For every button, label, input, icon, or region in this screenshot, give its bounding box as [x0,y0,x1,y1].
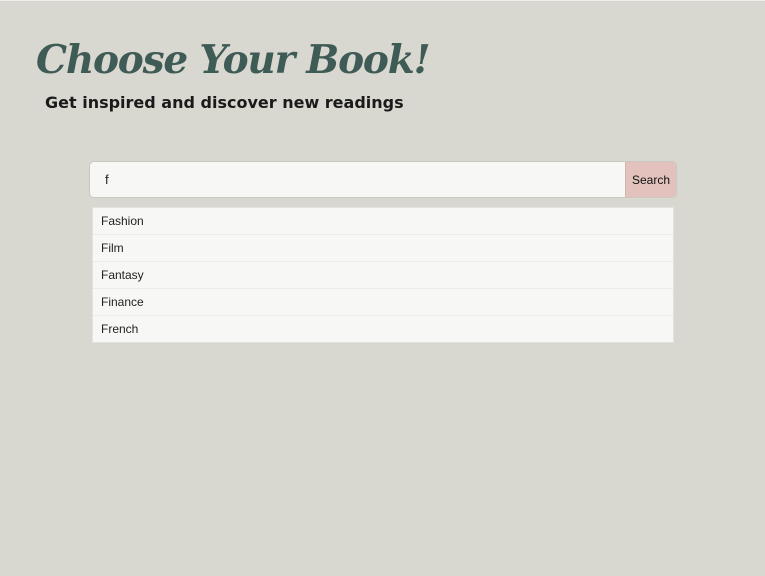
suggestion-item-finance[interactable]: Finance [93,289,673,316]
top-divider [0,0,765,1]
suggestion-item-fantasy[interactable]: Fantasy [93,262,673,289]
search-input[interactable] [90,162,625,197]
search-button[interactable]: Search [625,162,676,197]
suggestions-dropdown: Fashion Film Fantasy Finance French [92,207,674,343]
page-subtitle: Get inspired and discover new readings [45,93,404,112]
suggestion-item-french[interactable]: French [93,316,673,342]
page-title: Choose Your Book! [36,37,431,83]
suggestion-item-fashion[interactable]: Fashion [93,208,673,235]
search-bar: Search [89,161,677,198]
suggestion-item-film[interactable]: Film [93,235,673,262]
